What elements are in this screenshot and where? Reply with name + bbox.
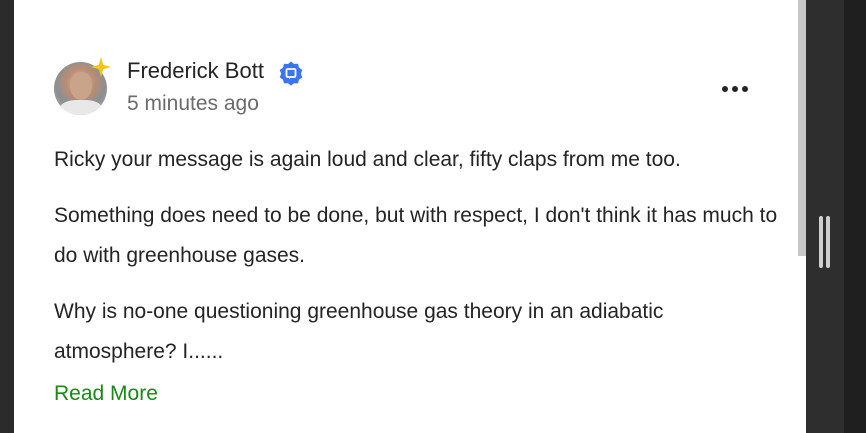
read-more-link[interactable]: Read More: [54, 382, 158, 406]
comment-paragraph-3: Why is no-one questioning greenhouse gas…: [54, 300, 664, 363]
resize-grip-handle-secondary[interactable]: [826, 216, 830, 268]
comment-card: Frederick Bott 5 minutes ago Ricky your …: [14, 0, 806, 433]
sparkle-star-icon: [91, 57, 111, 77]
author-name[interactable]: Frederick Bott: [127, 58, 264, 84]
verified-badge-icon: [279, 61, 303, 86]
side-panel-edge: [844, 0, 866, 433]
avatar-shirt: [60, 100, 102, 115]
avatar-face: [70, 72, 92, 100]
more-options-icon[interactable]: [720, 80, 750, 98]
comment-paragraph-1: Ricky your message is again loud and cle…: [54, 148, 681, 171]
resize-grip-handle[interactable]: [819, 216, 823, 268]
comment-timestamp: 5 minutes ago: [127, 92, 259, 115]
side-panel-track: [806, 0, 844, 433]
comment-paragraph-2: Something does need to be done, but with…: [54, 204, 778, 267]
comment-scrollbar-thumb[interactable]: [798, 0, 806, 256]
